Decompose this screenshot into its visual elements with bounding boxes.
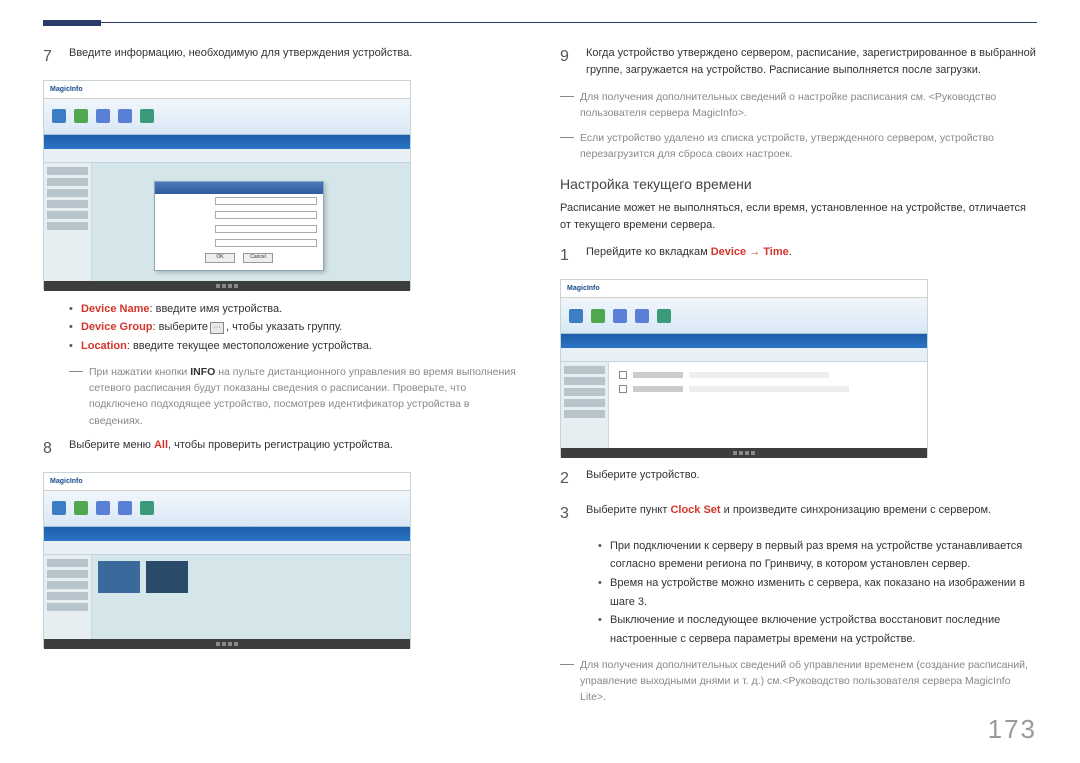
left-column: 7 Введите информацию, необходимую для ут… <box>43 45 520 714</box>
app-logo: MagicInfo <box>567 285 600 292</box>
device-thumb <box>98 561 140 593</box>
step-number: 1 <box>560 244 572 269</box>
page-header <box>0 0 1080 23</box>
note-device-removed: Если устройство удалено из списка устрой… <box>560 130 1037 163</box>
bullet: При подключении к серверу в первый раз в… <box>598 537 1037 574</box>
step-3: 3 Выберите пункт Clock Set и произведите… <box>560 502 1037 527</box>
content-columns: 7 Введите информацию, необходимую для ут… <box>0 23 1080 714</box>
bullet-device-group: Device Group: выберите···, чтобы указать… <box>69 318 520 337</box>
toolbar-icon <box>96 109 110 123</box>
step-number: 2 <box>560 467 572 492</box>
screenshot-all-devices: MagicInfo <box>43 472 411 648</box>
toolbar-icon <box>74 109 88 123</box>
step-8: 8 Выберите меню All, чтобы проверить рег… <box>43 437 520 462</box>
bullet-location: Location: введите текущее местоположение… <box>69 337 520 356</box>
bullet: Выключение и последующее включение устро… <box>598 611 1037 648</box>
app-logo: MagicInfo <box>50 86 83 93</box>
screenshot-approve-dialog: MagicInfo <box>43 80 411 290</box>
header-rule <box>43 22 1037 23</box>
step-text: Введите информацию, необходимую для утве… <box>69 45 412 70</box>
step-text: Выберите пункт Clock Set и произведите с… <box>586 502 991 527</box>
toolbar-icon <box>118 109 132 123</box>
step-number: 7 <box>43 45 55 70</box>
step-7: 7 Введите информацию, необходимую для ут… <box>43 45 520 70</box>
browse-button-icon: ··· <box>210 322 224 334</box>
step-text: Когда устройство утверждено сервером, ра… <box>586 45 1037 79</box>
step-text: Выберите меню All, чтобы проверить регис… <box>69 437 393 462</box>
section-intro: Расписание может не выполняться, если вр… <box>560 200 1037 234</box>
step-1: 1 Перейдите ко вкладкам Device → Time. <box>560 244 1037 269</box>
right-column: 9 Когда устройство утверждено сервером, … <box>560 45 1037 714</box>
note-info: При нажатии кнопки INFO на пульте дистан… <box>69 364 520 429</box>
step-text: Выберите устройство. <box>586 467 700 492</box>
app-logo: MagicInfo <box>50 478 83 485</box>
step-number: 9 <box>560 45 572 79</box>
page-number: 173 <box>988 714 1037 745</box>
screenshot-device-time: MagicInfo <box>560 279 928 457</box>
step7-bullets: Device Name: введите имя устройства. Dev… <box>69 300 520 356</box>
toolbar-icon <box>140 109 154 123</box>
step-2: 2 Выберите устройство. <box>560 467 1037 492</box>
section-heading-time: Настройка текущего времени <box>560 176 1037 192</box>
step-number: 8 <box>43 437 55 462</box>
toolbar-icon <box>52 109 66 123</box>
dialog-ok: OK <box>205 253 235 263</box>
step-text: Перейдите ко вкладкам Device → Time. <box>586 244 792 269</box>
note-schedule-manual: Для получения дополнительных сведений о … <box>560 89 1037 122</box>
bullet: Время на устройстве можно изменить с сер… <box>598 574 1037 611</box>
note-time-manual: Для получения дополнительных сведений об… <box>560 657 1037 706</box>
dialog-cancel: Cancel <box>243 253 273 263</box>
bullet-device-name: Device Name: введите имя устройства. <box>69 300 520 319</box>
step-9: 9 Когда устройство утверждено сервером, … <box>560 45 1037 79</box>
step-number: 3 <box>560 502 572 527</box>
step3-bullets: При подключении к серверу в первый раз в… <box>598 537 1037 649</box>
device-thumb <box>146 561 188 593</box>
approve-dialog: OK Cancel <box>154 181 324 271</box>
